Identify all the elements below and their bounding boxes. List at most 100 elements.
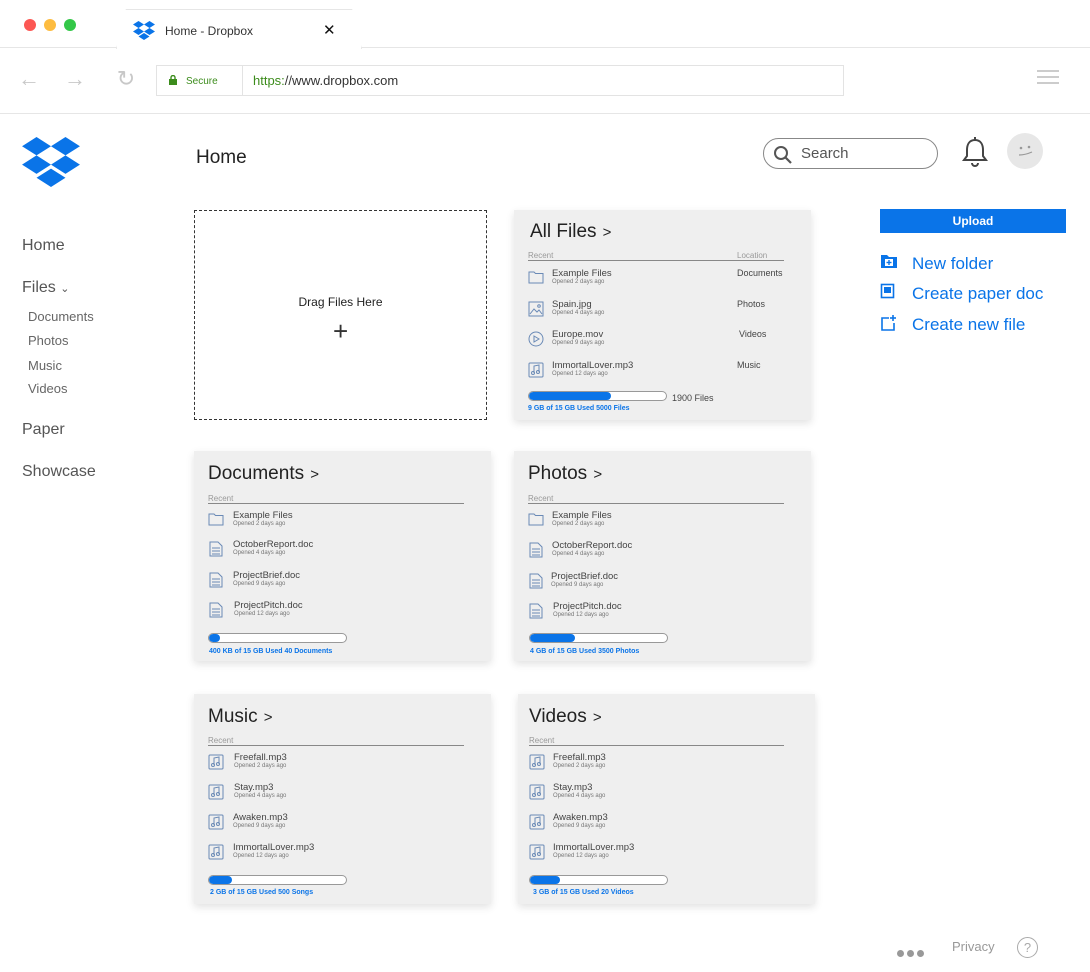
document-icon — [209, 572, 223, 588]
new-folder-label: New folder — [912, 254, 994, 273]
file-opened: Opened 2 days ago — [552, 279, 605, 285]
file-name: ProjectBrief.doc — [233, 570, 301, 581]
list-item[interactable]: ImmortalLover.mp3 Opened 12 days ago — [208, 842, 468, 866]
bell-icon[interactable] — [960, 136, 990, 168]
sidebar-item-paper[interactable]: Paper — [22, 421, 65, 439]
list-item[interactable]: Spain.jpg Opened 4 days ago Photos — [528, 299, 788, 323]
card-title-text: Music — [208, 706, 258, 727]
file-name: Freefall.mp3 — [234, 752, 287, 763]
tab-close-icon[interactable]: ✕ — [323, 21, 336, 39]
storage-progress-fill — [529, 392, 612, 400]
document-icon — [209, 541, 223, 557]
card-title[interactable]: All Files > — [530, 221, 611, 243]
list-item[interactable]: OctoberReport.doc Opened 4 days ago — [208, 539, 468, 563]
storage-progress-bar — [529, 875, 668, 885]
card-title[interactable]: Documents > — [208, 463, 319, 485]
file-opened: Opened 4 days ago — [552, 310, 605, 316]
list-item[interactable]: ImmortalLover.mp3 Opened 12 days ago — [529, 842, 789, 866]
file-location: Documents — [737, 268, 783, 278]
file-name: Spain.jpg — [552, 299, 592, 310]
list-item[interactable]: ProjectPitch.doc Opened 12 days ago — [208, 600, 468, 624]
address-bar[interactable]: Secure https://www.dropbox.com — [156, 65, 844, 96]
dropbox-logo-icon[interactable] — [22, 137, 80, 187]
list-item[interactable]: Europe.mov Opened 9 days ago Videos — [528, 329, 788, 353]
card-title-text: Videos — [529, 706, 587, 727]
card-music[interactable]: Music > Recent Freefall.mp3 Opened 2 day… — [194, 694, 491, 904]
search-input[interactable] — [801, 145, 927, 162]
file-name: ImmortalLover.mp3 — [553, 842, 635, 853]
folder-icon — [208, 513, 224, 526]
sidebar-item-videos[interactable]: Videos — [28, 381, 68, 396]
list-item[interactable]: Stay.mp3 Opened 4 days ago — [529, 782, 789, 806]
browser-tab[interactable]: Home - Dropbox ✕ — [116, 9, 362, 49]
storage-usage-text: 4 GB of 15 GB Used 3500 Photos — [530, 648, 640, 655]
file-name: Example Files — [552, 510, 612, 521]
window-zoom-button[interactable] — [64, 19, 76, 31]
chevron-right-icon: > — [589, 466, 603, 483]
file-name: Freefall.mp3 — [553, 752, 606, 763]
sidebar-item-photos[interactable]: Photos — [28, 333, 68, 348]
audio-icon — [529, 814, 545, 830]
file-opened: Opened 9 days ago — [233, 823, 286, 829]
window-minimize-button[interactable] — [44, 19, 56, 31]
card-all-files[interactable]: All Files > Recent Location Example File… — [514, 210, 811, 420]
sidebar-item-files[interactable]: Files ⌄ — [22, 279, 69, 297]
help-icon[interactable]: ? — [1017, 937, 1038, 958]
list-item[interactable]: Stay.mp3 Opened 4 days ago — [208, 782, 468, 806]
card-title-text: All Files — [530, 221, 597, 242]
file-drop-zone[interactable]: Drag Files Here + — [194, 210, 487, 420]
list-item[interactable]: Example Files Opened 2 days ago Document… — [528, 268, 788, 292]
file-opened: Opened 2 days ago — [234, 763, 287, 769]
list-item[interactable]: ProjectBrief.doc Opened 9 days ago — [528, 571, 788, 595]
list-item[interactable]: OctoberReport.doc Opened 4 days ago — [528, 540, 788, 564]
reload-icon[interactable]: ↻ — [113, 66, 139, 92]
sidebar-item-music[interactable]: Music — [28, 358, 62, 373]
list-item[interactable]: Freefall.mp3 Opened 2 days ago — [529, 752, 789, 776]
upload-button[interactable]: Upload — [880, 209, 1066, 233]
lock-icon — [169, 75, 177, 85]
list-item[interactable]: Freefall.mp3 Opened 2 days ago — [208, 752, 468, 776]
plus-icon: + — [333, 316, 349, 346]
sidebar-item-documents[interactable]: Documents — [28, 309, 94, 324]
audio-icon — [528, 362, 544, 378]
back-arrow-icon[interactable]: ← — [16, 66, 42, 92]
privacy-link[interactable]: Privacy — [952, 939, 995, 954]
create-paper-doc-label: Create paper doc — [912, 284, 1044, 303]
secure-indicator[interactable]: Secure — [157, 66, 243, 95]
folder-icon — [528, 271, 544, 284]
more-options-icon[interactable] — [897, 944, 927, 962]
file-opened: Opened 9 days ago — [551, 582, 604, 588]
chevron-right-icon: > — [588, 709, 602, 726]
list-item[interactable]: ProjectBrief.doc Opened 9 days ago — [208, 570, 468, 594]
list-item[interactable]: Example Files Opened 2 days ago — [208, 510, 468, 534]
storage-progress-bar — [529, 633, 668, 643]
card-videos[interactable]: Videos > Recent Freefall.mp3 Opened 2 da… — [518, 694, 815, 904]
card-photos[interactable]: Photos > Recent Example Files Opened 2 d… — [514, 451, 811, 661]
url-text[interactable]: https://www.dropbox.com — [253, 73, 398, 88]
sidebar-item-home[interactable]: Home — [22, 237, 65, 255]
list-item[interactable]: ImmortalLover.mp3 Opened 12 days ago Mus… — [528, 360, 788, 384]
drop-zone-label: Drag Files Here — [298, 295, 383, 309]
forward-arrow-icon[interactable]: → — [62, 66, 88, 92]
file-opened: Opened 12 days ago — [552, 371, 608, 377]
card-title[interactable]: Music > — [208, 706, 273, 728]
list-item[interactable]: ProjectPitch.doc Opened 12 days ago — [528, 601, 788, 625]
search-box[interactable] — [763, 138, 938, 169]
file-opened: Opened 12 days ago — [234, 611, 290, 617]
storage-progress-bar — [528, 391, 667, 401]
window-close-button[interactable] — [24, 19, 36, 31]
file-name: ProjectPitch.doc — [553, 601, 622, 612]
card-title[interactable]: Videos > — [529, 706, 602, 728]
file-name: Stay.mp3 — [553, 782, 593, 793]
card-documents[interactable]: Documents > Recent Example Files Opened … — [194, 451, 491, 661]
list-item[interactable]: Awaken.mp3 Opened 9 days ago — [529, 812, 789, 836]
list-item[interactable]: Example Files Opened 2 days ago — [528, 510, 788, 534]
card-title[interactable]: Photos > — [528, 463, 602, 485]
list-item[interactable]: Awaken.mp3 Opened 9 days ago — [208, 812, 468, 836]
avatar[interactable] — [1007, 133, 1043, 169]
card-title-text: Documents — [208, 463, 305, 484]
browser-menu-icon[interactable] — [1037, 70, 1059, 88]
sidebar-item-showcase[interactable]: Showcase — [22, 463, 96, 481]
audio-icon — [208, 844, 224, 860]
folder-icon — [528, 513, 544, 526]
